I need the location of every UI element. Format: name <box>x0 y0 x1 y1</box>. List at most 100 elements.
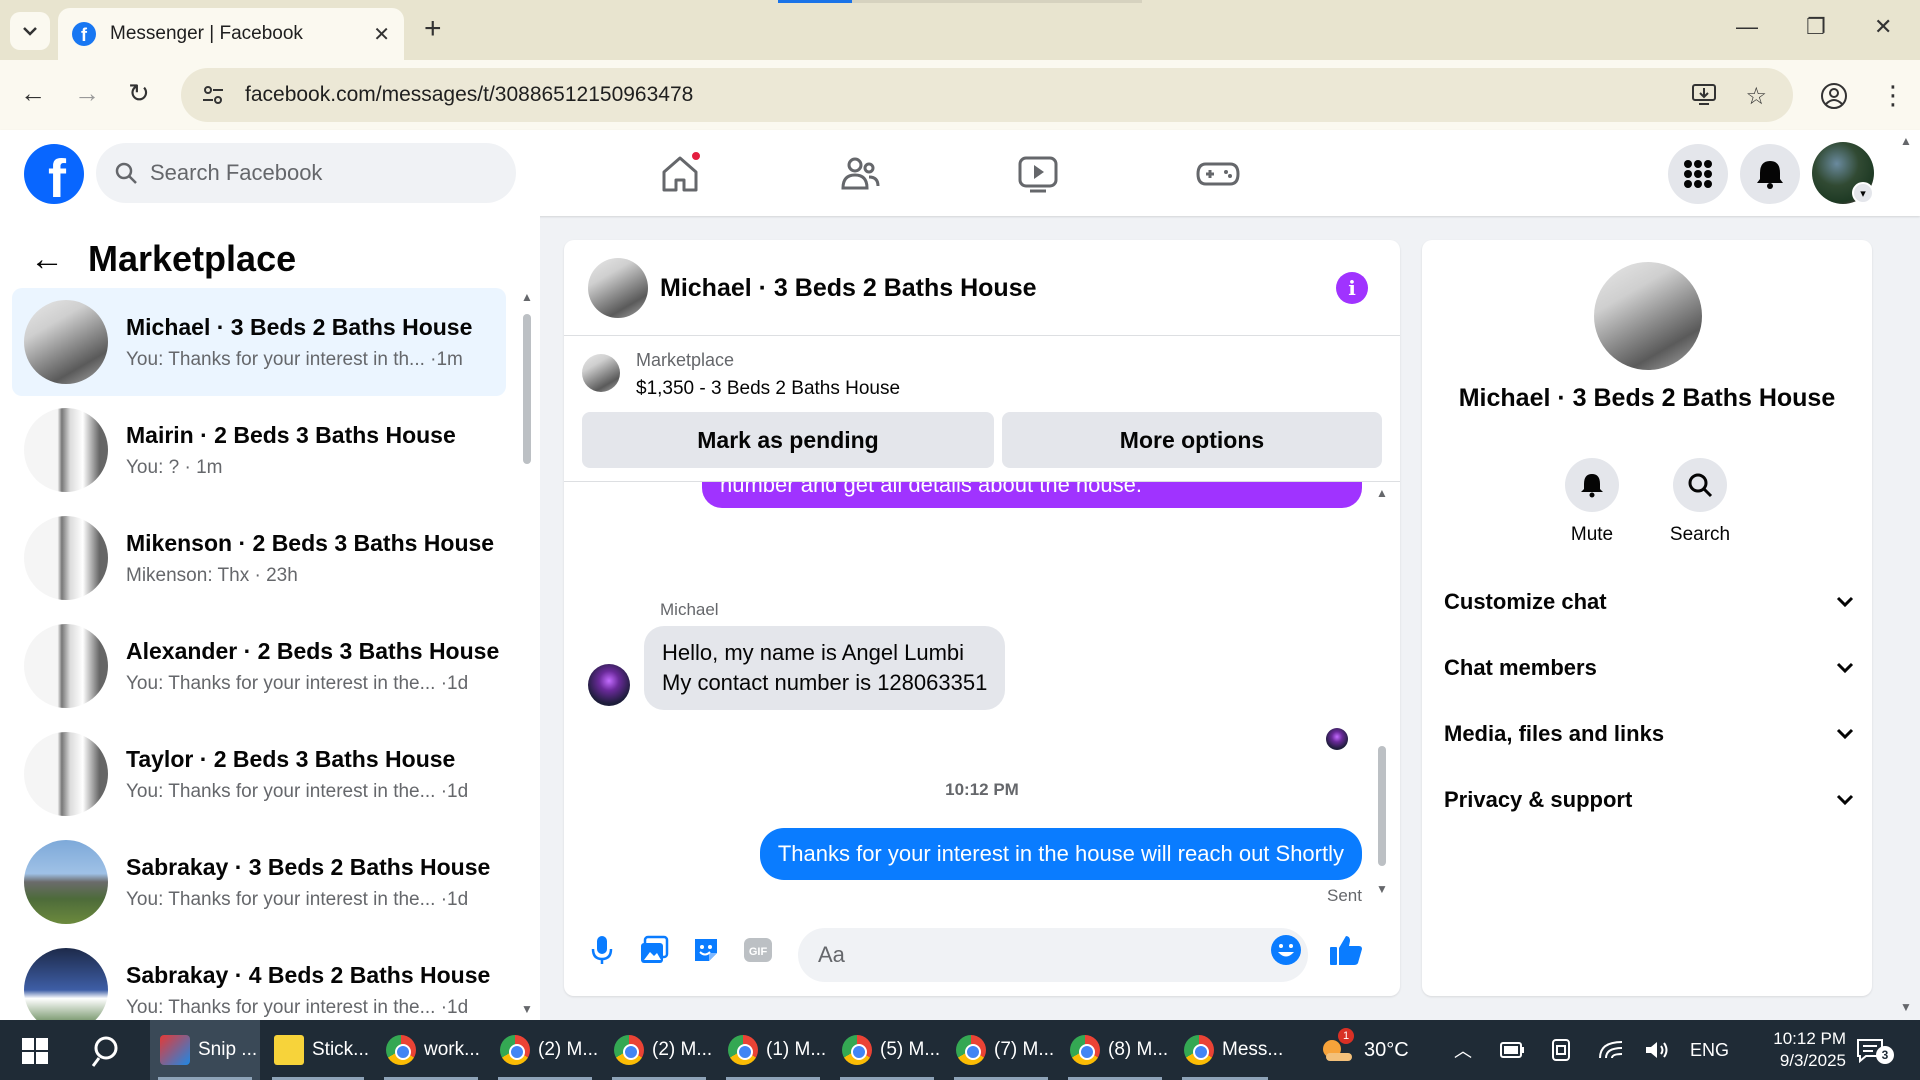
device-icon[interactable] <box>1550 1038 1572 1064</box>
section-customize-chat[interactable]: Customize chat <box>1444 582 1854 622</box>
conversation-item[interactable]: Taylor · 2 Beds 3 Baths House You: Thank… <box>12 720 506 828</box>
conversation-item[interactable]: Alexander · 2 Beds 3 Baths House You: Th… <box>12 612 506 720</box>
message-bubble-incoming[interactable]: Hello, my name is Angel Lumbi My contact… <box>644 626 1006 710</box>
address-bar[interactable]: facebook.com/messages/t/3088651215096347… <box>181 68 1793 122</box>
notification-center[interactable]: 3 <box>1856 1020 1894 1080</box>
menu-grid-button[interactable] <box>1668 144 1728 204</box>
weather-badge: 1 <box>1338 1028 1354 1044</box>
clock-time: 10:12 PM <box>1773 1029 1846 1048</box>
taskbar-app-chrome[interactable]: (5) M... <box>832 1020 942 1080</box>
gaming-icon[interactable] <box>1196 152 1240 196</box>
back-arrow-icon[interactable]: ← <box>30 240 64 279</box>
avatar <box>24 948 108 1020</box>
conversation-item[interactable]: Mairin · 2 Beds 3 Baths House You: ? · 1… <box>12 396 506 504</box>
marketplace-listing-strip: Marketplace $1,350 - 3 Beds 2 Baths Hous… <box>564 336 1400 482</box>
voice-clip-button[interactable] <box>582 930 622 970</box>
avatar[interactable] <box>588 258 648 318</box>
conversation-item[interactable]: Sabrakay · 3 Beds 2 Baths House You: Tha… <box>12 828 506 936</box>
scroll-down-icon[interactable]: ▼ <box>521 1002 533 1016</box>
scroll-up-icon[interactable]: ▲ <box>521 290 533 304</box>
close-tab-icon[interactable]: ✕ <box>373 22 390 47</box>
taskbar-app-chrome[interactable]: (2) M... <box>604 1020 714 1080</box>
emoji-button[interactable] <box>1266 930 1306 970</box>
scrollbar-thumb[interactable] <box>523 314 531 464</box>
browser-tab[interactable]: f Messenger | Facebook ✕ <box>58 8 404 60</box>
chat-header: Michael · 3 Beds 2 Baths House i <box>564 240 1400 336</box>
profile-account-icon[interactable] <box>1820 82 1848 110</box>
search-input[interactable] <box>150 160 480 186</box>
restore-icon[interactable]: ❐ <box>1806 14 1826 40</box>
chrome-icon <box>728 1035 758 1065</box>
taskbar-app-sticky-notes[interactable]: Stick... <box>264 1020 372 1080</box>
install-app-icon[interactable] <box>1691 82 1717 106</box>
tab-search-button[interactable] <box>10 12 50 50</box>
show-hidden-icons-icon[interactable]: ︿ <box>1454 1020 1472 1080</box>
friends-icon[interactable] <box>838 152 882 196</box>
sticker-button[interactable] <box>686 930 726 970</box>
message-bubble-outgoing[interactable]: Thanks for your interest in the house wi… <box>759 828 1362 880</box>
taskbar-app-chrome[interactable]: (1) M... <box>718 1020 828 1080</box>
message-thread[interactable]: number and get all details about the hou… <box>564 482 1400 904</box>
facebook-search[interactable] <box>96 143 516 203</box>
account-caret-icon[interactable]: ▾ <box>1852 182 1874 204</box>
listing-thumbnail[interactable] <box>582 354 620 392</box>
microphone-icon <box>591 936 613 964</box>
language-indicator[interactable]: ENG <box>1690 1020 1729 1080</box>
section-privacy-support[interactable]: Privacy & support <box>1444 780 1854 820</box>
notifications-button[interactable] <box>1740 144 1800 204</box>
back-arrow-icon[interactable]: ← <box>20 78 46 109</box>
search-icon[interactable] <box>92 1034 126 1068</box>
taskbar-app-chrome[interactable]: (2) M... <box>490 1020 600 1080</box>
scrollbar-thumb[interactable] <box>1378 746 1386 866</box>
page-scrollbar[interactable]: ▲ ▼ <box>1896 130 1920 1020</box>
taskbar-app-label: Snip ... <box>198 1039 258 1060</box>
scroll-down-icon[interactable]: ▼ <box>1900 1000 1912 1014</box>
scroll-up-icon[interactable]: ▲ <box>1376 486 1388 500</box>
conversation-scrollbar[interactable]: ▲ ▼ <box>520 290 534 1020</box>
message-input[interactable] <box>798 928 1308 982</box>
emoji-icon <box>1271 935 1301 965</box>
scroll-down-icon[interactable]: ▼ <box>1376 882 1388 896</box>
weather-widget[interactable]: 1 30°C <box>1318 1020 1409 1080</box>
conversation-item[interactable]: Mikenson · 2 Beds 3 Baths House Mikenson… <box>12 504 506 612</box>
search-conversation-button[interactable]: Search <box>1650 458 1750 546</box>
sender-avatar[interactable] <box>588 664 630 706</box>
taskbar-app-chrome[interactable]: (8) M... <box>1060 1020 1170 1080</box>
close-window-icon[interactable]: ✕ <box>1874 14 1892 40</box>
video-icon[interactable] <box>1016 152 1060 196</box>
browser-menu-icon[interactable]: ⋮ <box>1880 80 1906 111</box>
minimize-icon[interactable]: — <box>1736 14 1758 40</box>
battery-icon[interactable] <box>1500 1040 1524 1062</box>
site-settings-icon[interactable] <box>201 83 225 107</box>
chat-title[interactable]: Michael · 3 Beds 2 Baths House <box>660 274 1037 303</box>
more-options-button[interactable]: More options <box>1002 412 1382 468</box>
bookmark-star-icon[interactable]: ☆ <box>1745 82 1767 111</box>
wifi-icon[interactable] <box>1598 1038 1624 1064</box>
system-clock[interactable]: 10:12 PM 9/3/2025 <box>1746 1028 1846 1072</box>
taskbar-app-snip[interactable]: Snip ... <box>150 1020 260 1080</box>
forward-arrow-icon[interactable]: → <box>74 78 100 109</box>
conversation-item[interactable]: Sabrakay · 4 Beds 2 Baths House You: Tha… <box>12 936 506 1020</box>
volume-icon[interactable] <box>1644 1038 1670 1064</box>
mark-as-pending-button[interactable]: Mark as pending <box>582 412 994 468</box>
chat-scrollbar[interactable]: ▲ ▼ <box>1374 482 1390 904</box>
gif-button[interactable]: GIF <box>738 930 778 970</box>
like-button[interactable] <box>1326 930 1366 970</box>
listing-title[interactable]: $1,350 - 3 Beds 2 Baths House <box>636 378 900 400</box>
reload-icon[interactable]: ↻ <box>128 78 150 109</box>
new-tab-button[interactable]: + <box>424 14 442 44</box>
taskbar-app-chrome[interactable]: work... <box>376 1020 486 1080</box>
avatar[interactable] <box>1594 262 1702 370</box>
taskbar-app-chrome[interactable]: Mess... <box>1174 1020 1283 1080</box>
attach-photo-button[interactable] <box>634 930 674 970</box>
windows-start-icon[interactable] <box>22 1038 48 1064</box>
facebook-logo[interactable]: f <box>24 144 84 204</box>
scroll-up-icon[interactable]: ▲ <box>1900 134 1912 148</box>
taskbar-app-chrome[interactable]: (7) M... <box>946 1020 1056 1080</box>
mute-button[interactable]: Mute <box>1542 458 1642 546</box>
section-chat-members[interactable]: Chat members <box>1444 648 1854 688</box>
section-media-files-links[interactable]: Media, files and links <box>1444 714 1854 754</box>
conversation-item[interactable]: Michael · 3 Beds 2 Baths House You: Than… <box>12 288 506 396</box>
message-bubble-outgoing[interactable]: number and get all details about the hou… <box>702 482 1362 508</box>
info-icon[interactable]: i <box>1336 272 1368 304</box>
